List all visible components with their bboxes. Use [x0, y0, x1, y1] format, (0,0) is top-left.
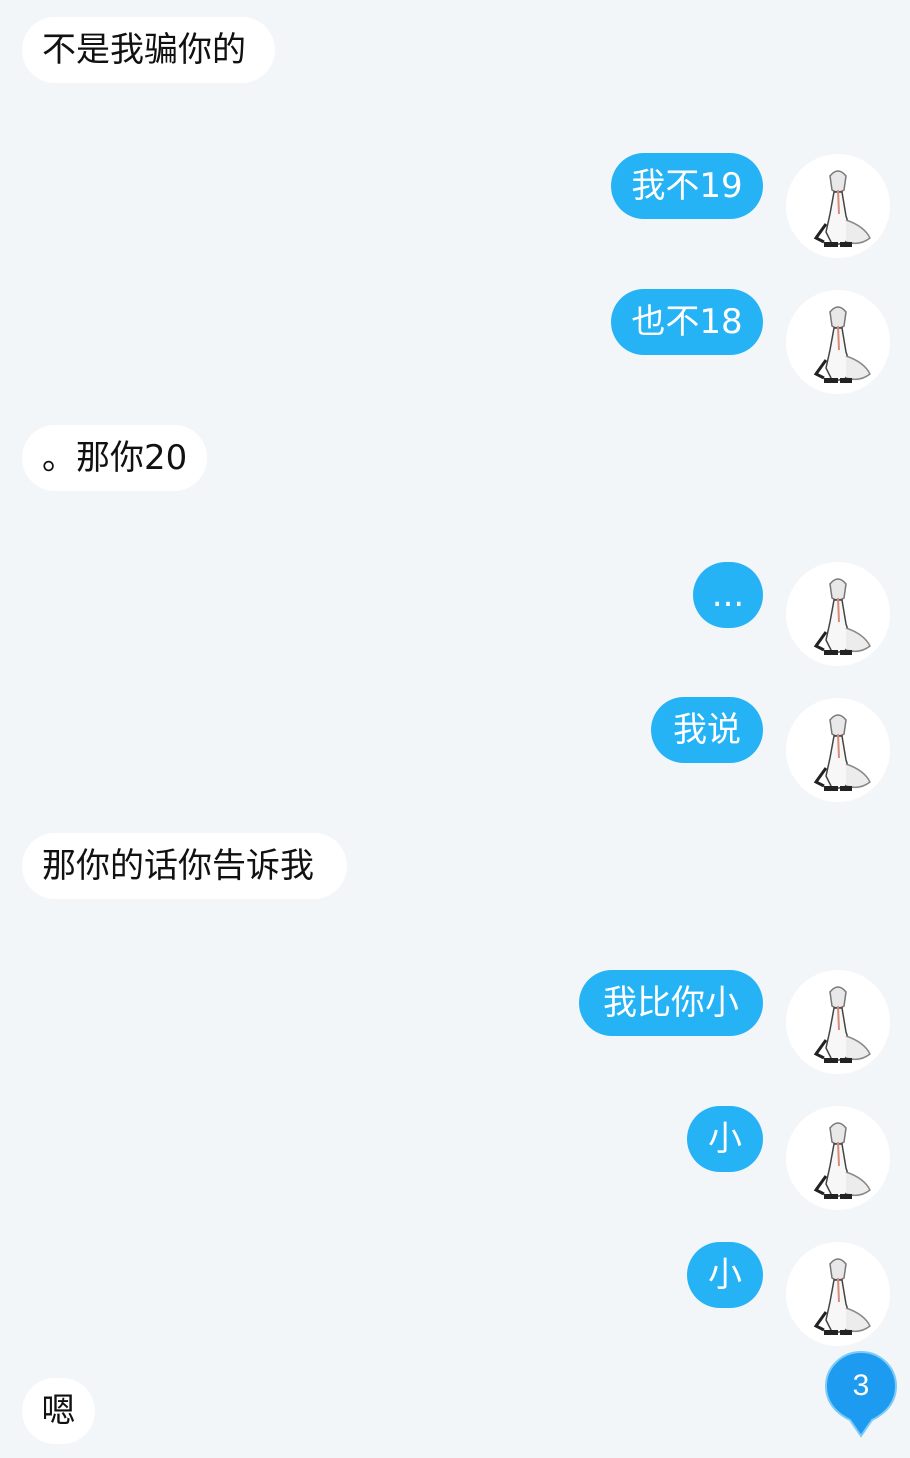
incoming-message-bubble[interactable]: 。那你20 — [22, 425, 207, 491]
user-avatar[interactable] — [786, 970, 890, 1074]
incoming-message-bubble[interactable]: 嗯 — [22, 1378, 95, 1444]
outgoing-message-bubble[interactable]: 我说 — [651, 697, 763, 763]
user-avatar[interactable] — [786, 562, 890, 666]
anime-character-avatar-icon — [786, 1106, 890, 1210]
user-avatar[interactable] — [786, 154, 890, 258]
outgoing-message-bubble[interactable]: 小 — [687, 1242, 763, 1308]
outgoing-message-bubble[interactable]: ... — [693, 562, 763, 628]
anime-character-avatar-icon — [786, 290, 890, 394]
anime-character-avatar-icon — [786, 154, 890, 258]
user-avatar[interactable] — [786, 290, 890, 394]
outgoing-message-bubble[interactable]: 小 — [687, 1106, 763, 1172]
user-avatar[interactable] — [786, 698, 890, 802]
anime-character-avatar-icon — [786, 1242, 890, 1346]
unread-count: 3 — [852, 1369, 870, 1402]
unread-messages-badge[interactable]: 3 — [824, 1350, 898, 1440]
anime-character-avatar-icon — [786, 698, 890, 802]
incoming-message-bubble[interactable]: 不是我骗你的 — [22, 17, 275, 83]
outgoing-message-bubble[interactable]: 我比你小 — [579, 970, 763, 1036]
anime-character-avatar-icon — [786, 562, 890, 666]
user-avatar[interactable] — [786, 1242, 890, 1346]
chat-thread: 不是我骗你的 我不19 也不18 。那你20 ... 我说 那你的话你告诉我 我… — [0, 0, 910, 1458]
user-avatar[interactable] — [786, 1106, 890, 1210]
incoming-message-bubble[interactable]: 那你的话你告诉我 — [22, 833, 347, 899]
anime-character-avatar-icon — [786, 970, 890, 1074]
outgoing-message-bubble[interactable]: 也不18 — [611, 289, 763, 355]
outgoing-message-bubble[interactable]: 我不19 — [611, 153, 763, 219]
